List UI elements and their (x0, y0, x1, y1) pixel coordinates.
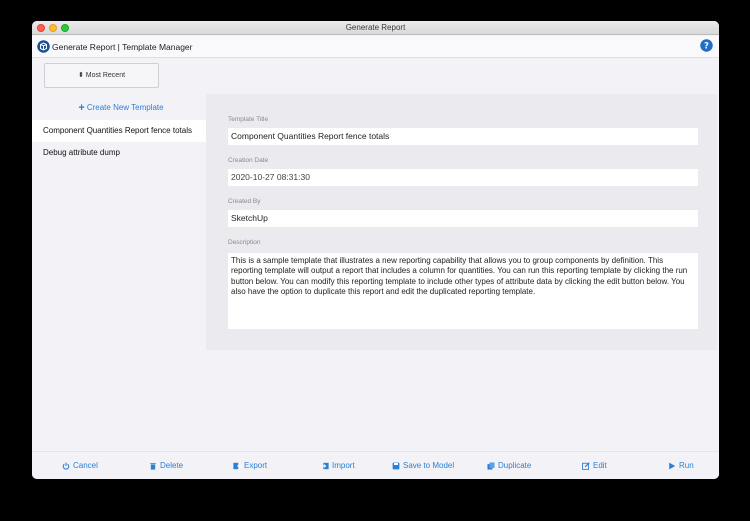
sketchup-logo-icon (37, 40, 50, 53)
duplicate-button-label: Duplicate (498, 461, 532, 470)
created-by-label: Created By (228, 198, 261, 205)
creation-date-field: 2020-10-27 08:31:30 (228, 169, 698, 186)
window-titlebar: Generate Report (32, 21, 719, 35)
save-to-model-button[interactable]: Save to Model (392, 461, 454, 470)
import-icon (321, 462, 329, 469)
help-icon[interactable]: ? (700, 39, 713, 52)
cancel-button[interactable]: Cancel (62, 461, 98, 470)
svg-text:?: ? (704, 42, 709, 52)
template-title-field[interactable]: Component Quantities Report fence totals (228, 128, 698, 145)
save-to-model-button-label: Save to Model (403, 461, 455, 470)
edit-button[interactable]: Edit (582, 461, 607, 470)
app-header: Generate Report | Template Manager ? (32, 36, 719, 58)
creation-date-label: Creation Date (228, 157, 269, 164)
power-icon (62, 462, 70, 470)
save-icon (392, 462, 400, 469)
edit-button-label: Edit (593, 461, 607, 470)
template-item-debug-attribute-dump[interactable]: Debug attribute dump (32, 142, 206, 164)
import-button[interactable]: Import (321, 461, 355, 470)
window-close-button[interactable] (37, 24, 45, 32)
create-new-template-link[interactable]: + Create New Template (32, 102, 210, 114)
export-icon (233, 462, 241, 469)
import-button-label: Import (332, 461, 355, 470)
app-title: Generate Report | Template Manager (52, 42, 193, 52)
delete-button-label: Delete (160, 461, 184, 470)
template-list: Component Quantities Report fence totals… (32, 120, 206, 164)
delete-button[interactable]: Delete (149, 461, 183, 470)
description-field[interactable]: This is a sample template that illustrat… (228, 253, 698, 329)
duplicate-button[interactable]: Duplicate (487, 461, 531, 470)
template-detail-panel: Template Title Component Quantities Repo… (206, 94, 717, 350)
action-bar: Cancel Delete Export Import Save to Mode… (32, 451, 719, 479)
create-new-template-label: Create New Template (86, 103, 164, 112)
edit-icon (582, 461, 590, 470)
export-button[interactable]: Export (233, 461, 267, 470)
play-icon (669, 462, 676, 469)
sort-most-recent-button[interactable]: ⬍ Most Recent (44, 63, 159, 88)
template-title-label: Template Title (228, 116, 269, 123)
cancel-button-label: Cancel (73, 461, 98, 470)
window-title: Generate Report (345, 23, 406, 32)
plus-icon: + (78, 102, 85, 114)
window-minimize-button[interactable] (49, 24, 57, 32)
run-button[interactable]: Run (668, 461, 694, 470)
app-window: Generate Report Generate Report | Templa… (32, 21, 719, 479)
duplicate-icon (487, 461, 495, 470)
trash-icon (150, 462, 156, 470)
window-zoom-button[interactable] (61, 24, 69, 32)
description-label: Description (228, 239, 261, 246)
export-button-label: Export (244, 461, 268, 470)
created-by-field[interactable]: SketchUp (228, 210, 698, 227)
run-button-label: Run (679, 461, 694, 470)
template-item-component-quantities[interactable]: Component Quantities Report fence totals (32, 120, 206, 142)
